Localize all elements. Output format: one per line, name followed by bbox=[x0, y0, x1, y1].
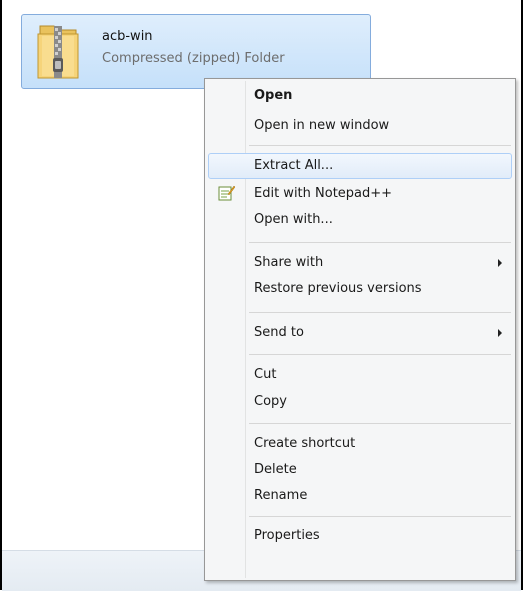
menu-item-label: Create shortcut bbox=[254, 436, 356, 451]
context-menu: Open Open in new window Extract All... E… bbox=[204, 78, 516, 581]
menu-item-label: Delete bbox=[254, 462, 297, 477]
menu-item-label: Properties bbox=[254, 528, 320, 543]
menu-item-create-shortcut[interactable]: Create shortcut bbox=[208, 431, 512, 457]
menu-item-extract-all[interactable]: Extract All... bbox=[208, 153, 512, 179]
menu-item-label: Extract All... bbox=[254, 158, 334, 173]
menu-separator bbox=[249, 516, 511, 517]
menu-item-label: Restore previous versions bbox=[254, 281, 422, 296]
menu-item-label: Open bbox=[254, 88, 293, 103]
menu-item-label: Edit with Notepad++ bbox=[254, 186, 393, 201]
menu-item-label: Share with bbox=[254, 255, 324, 270]
menu-item-copy[interactable]: Copy bbox=[208, 389, 512, 415]
menu-separator bbox=[249, 423, 511, 424]
menu-item-properties[interactable]: Properties bbox=[208, 523, 512, 549]
menu-item-label: Rename bbox=[254, 488, 308, 503]
menu-item-label: Open with... bbox=[254, 212, 333, 227]
menu-item-label: Copy bbox=[254, 394, 287, 409]
submenu-arrow-icon bbox=[498, 329, 502, 337]
zip-folder-icon bbox=[37, 25, 79, 79]
file-name: acb-win bbox=[102, 29, 153, 44]
menu-separator bbox=[249, 312, 511, 313]
file-type: Compressed (zipped) Folder bbox=[102, 51, 285, 66]
notepad-plus-plus-icon bbox=[218, 185, 235, 201]
menu-item-restore-previous-versions[interactable]: Restore previous versions bbox=[208, 276, 512, 302]
menu-item-open-new-window[interactable]: Open in new window bbox=[208, 113, 512, 139]
menu-item-send-to[interactable]: Send to bbox=[208, 320, 512, 346]
submenu-arrow-icon bbox=[498, 259, 502, 267]
menu-item-label: Send to bbox=[254, 325, 304, 340]
window-left-edge bbox=[0, 0, 2, 590]
menu-item-open-with[interactable]: Open with... bbox=[208, 207, 512, 233]
menu-separator bbox=[249, 145, 511, 146]
menu-item-open[interactable]: Open bbox=[208, 83, 512, 109]
menu-item-delete[interactable]: Delete bbox=[208, 457, 512, 483]
menu-separator bbox=[249, 242, 511, 243]
menu-item-label: Open in new window bbox=[254, 118, 390, 133]
menu-item-cut[interactable]: Cut bbox=[208, 362, 512, 388]
menu-item-share-with[interactable]: Share with bbox=[208, 250, 512, 276]
menu-item-edit-notepad[interactable]: Edit with Notepad++ bbox=[208, 181, 512, 207]
menu-item-rename[interactable]: Rename bbox=[208, 483, 512, 509]
menu-item-label: Cut bbox=[254, 367, 277, 382]
menu-separator bbox=[249, 354, 511, 355]
